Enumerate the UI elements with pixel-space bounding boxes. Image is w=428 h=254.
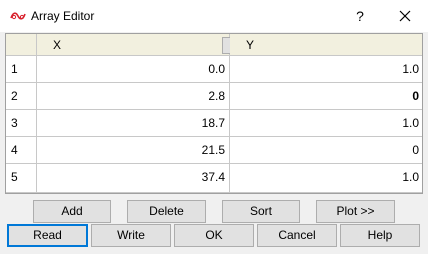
window-title: Array Editor — [31, 9, 95, 23]
cell-x-3[interactable]: 18.7 — [37, 110, 230, 137]
row-header-4[interactable]: 4 — [6, 137, 37, 164]
column-header-y[interactable]: Y — [230, 34, 422, 56]
title-help-button[interactable]: ? — [345, 4, 375, 28]
column-header-x-label: X — [53, 38, 62, 52]
column-header-x[interactable]: X sec — [37, 34, 256, 56]
cell-x-2[interactable]: 2.8 — [37, 83, 230, 110]
sort-button[interactable]: Sort — [222, 200, 300, 223]
ok-button[interactable]: OK — [174, 224, 254, 247]
cell-y-4[interactable]: 0 — [230, 137, 422, 164]
cell-x-5[interactable]: 37.4 — [37, 164, 230, 193]
row-header-2[interactable]: 2 — [6, 83, 37, 110]
close-icon[interactable] — [390, 4, 420, 28]
delete-button[interactable]: Delete — [127, 200, 206, 223]
add-button[interactable]: Add — [33, 200, 111, 223]
grid-corner-header — [6, 34, 37, 56]
cell-y-5[interactable]: 1.0 — [230, 164, 422, 193]
cell-y-2[interactable]: 0 — [230, 83, 422, 110]
row-header-3[interactable]: 3 — [6, 110, 37, 137]
cell-x-1[interactable]: 0.0 — [37, 56, 230, 83]
read-button[interactable]: Read — [7, 224, 88, 247]
cell-x-4[interactable]: 21.5 — [37, 137, 230, 164]
column-header-y-label: Y — [246, 38, 255, 52]
help-button[interactable]: Help — [340, 224, 420, 247]
row-header-1[interactable]: 1 — [6, 56, 37, 83]
array-editor-app-icon — [10, 12, 26, 20]
plot-button[interactable]: Plot >> — [316, 200, 395, 223]
write-button[interactable]: Write — [91, 224, 171, 247]
cell-y-3[interactable]: 1.0 — [230, 110, 422, 137]
title-bar: Array Editor ? — [0, 0, 428, 32]
cell-y-1[interactable]: 1.0 — [230, 56, 422, 83]
row-header-5[interactable]: 5 — [6, 164, 37, 193]
cancel-button[interactable]: Cancel — [257, 224, 337, 247]
array-grid[interactable]: X sec Y 1 0.0 1.0 2 2.8 0 3 18.7 1.0 4 2… — [5, 33, 423, 194]
